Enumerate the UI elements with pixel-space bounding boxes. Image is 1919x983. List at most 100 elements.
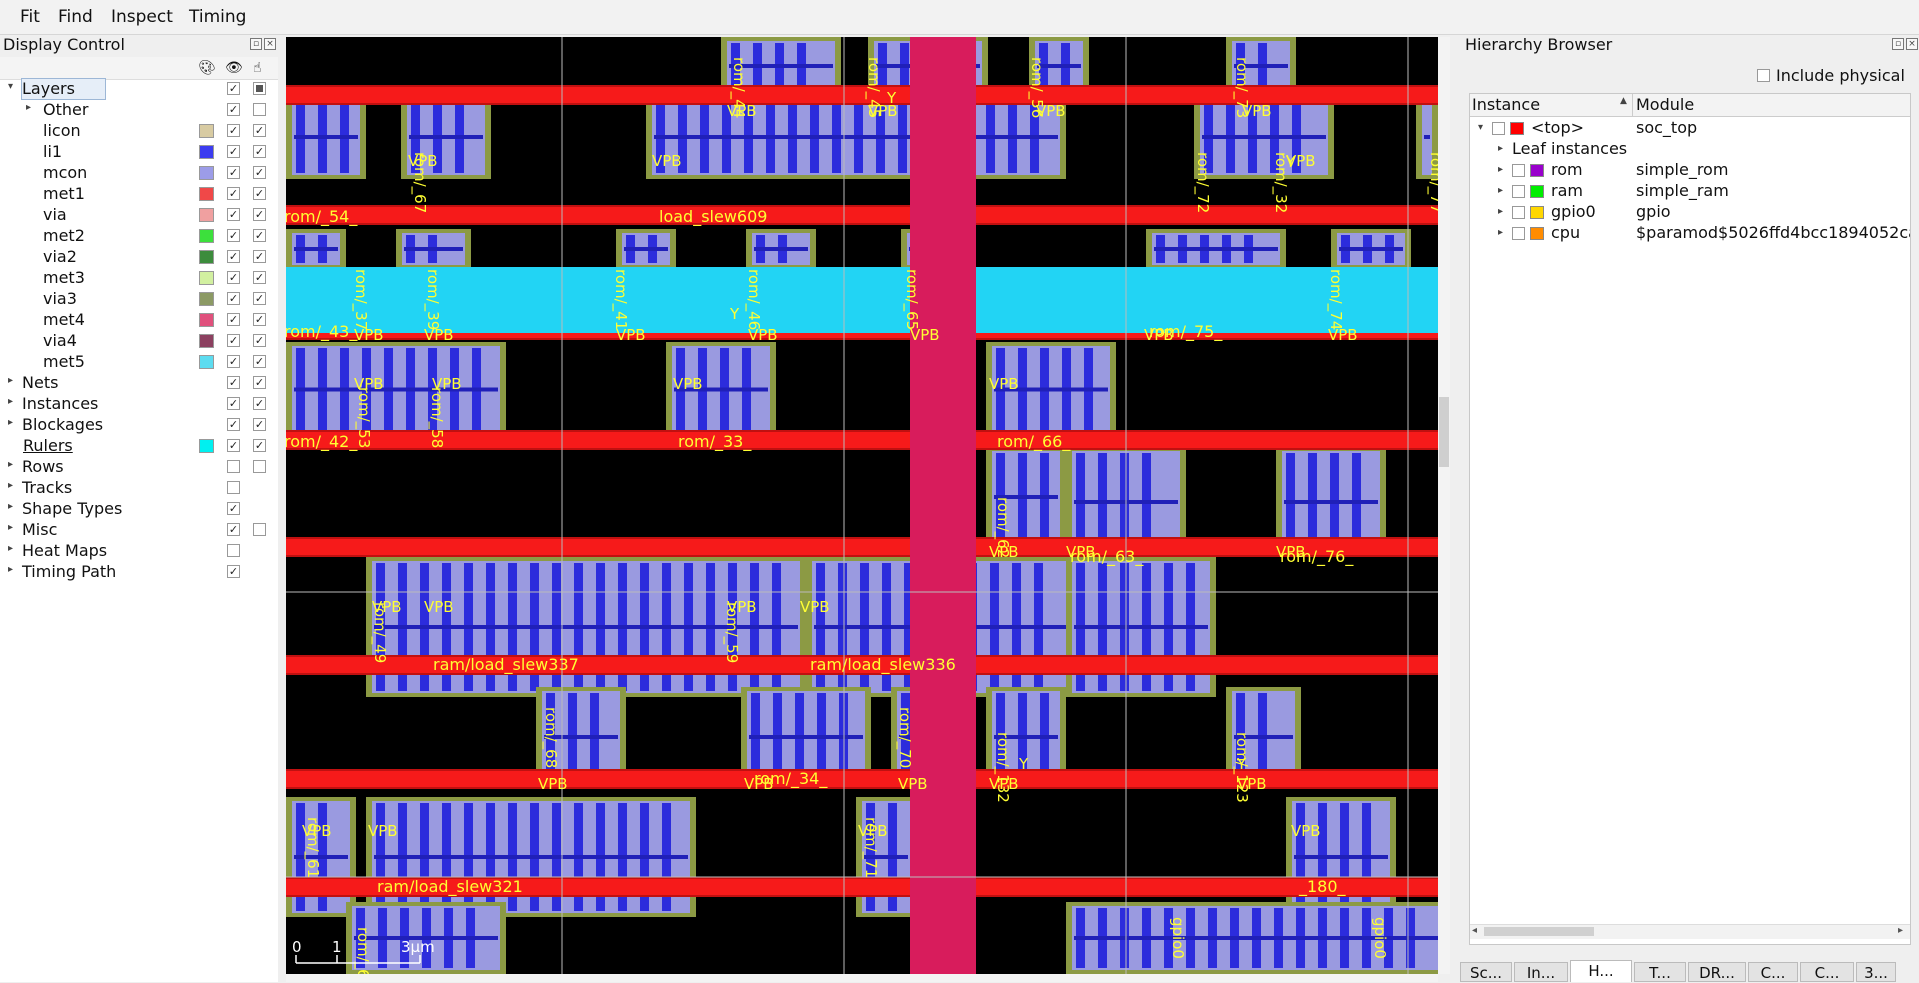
hierarchy-row[interactable]: ▸ Leaf instances bbox=[1470, 139, 1910, 159]
color-swatch[interactable] bbox=[199, 229, 214, 243]
layer-row-met2[interactable]: met2 ✓ ✓ bbox=[0, 226, 278, 247]
layer-row-instances[interactable]: ▸ Instances ✓ ✓ bbox=[0, 394, 278, 415]
menu-timing[interactable]: Timing bbox=[189, 7, 246, 27]
layout-view[interactable]: VPB VPB VPB VPBVPB VPB VPBVPB VPB VPB VPB VPB VPB V… bbox=[286, 37, 1438, 974]
float-icon[interactable]: ▫ bbox=[1892, 38, 1904, 50]
dock-tab[interactable]: DR... bbox=[1688, 962, 1746, 982]
instance-checkbox[interactable] bbox=[1512, 227, 1525, 240]
selectable-checkbox[interactable] bbox=[253, 460, 266, 473]
selectable-checkbox[interactable]: ✓ bbox=[253, 229, 266, 242]
visible-checkbox[interactable]: ✓ bbox=[227, 376, 240, 389]
color-swatch[interactable] bbox=[199, 145, 214, 159]
visible-checkbox[interactable]: ✓ bbox=[227, 397, 240, 410]
chevron-right-icon[interactable]: ▸ bbox=[8, 564, 13, 575]
visible-checkbox[interactable]: ✓ bbox=[227, 334, 240, 347]
scroll-left-icon[interactable]: ◂ bbox=[1472, 925, 1477, 936]
hierarchy-horizontal-scrollbar[interactable]: ◂ ▸ bbox=[1470, 924, 1910, 939]
visible-checkbox[interactable]: ✓ bbox=[227, 103, 240, 116]
color-swatch[interactable] bbox=[199, 439, 214, 453]
visible-checkbox[interactable]: ✓ bbox=[227, 250, 240, 263]
selectable-checkbox[interactable]: ✓ bbox=[253, 313, 266, 326]
visible-checkbox[interactable]: ✓ bbox=[227, 502, 240, 515]
visible-checkbox[interactable]: ✓ bbox=[227, 292, 240, 305]
color-swatch[interactable] bbox=[199, 292, 214, 306]
layer-row-shape-types[interactable]: ▸ Shape Types ✓ bbox=[0, 499, 278, 520]
hierarchy-row[interactable]: ▸ cpu $paramod$5026ffd4bcc1894052ca bbox=[1470, 223, 1910, 243]
dock-tab[interactable]: T... bbox=[1634, 962, 1686, 982]
layer-row-mcon[interactable]: mcon ✓ ✓ bbox=[0, 163, 278, 184]
chevron-right-icon[interactable]: ▸ bbox=[8, 459, 13, 470]
color-swatch[interactable] bbox=[199, 166, 214, 180]
instance-color-swatch[interactable] bbox=[1510, 122, 1524, 135]
layer-row-via2[interactable]: via2 ✓ ✓ bbox=[0, 247, 278, 268]
close-icon[interactable]: × bbox=[1906, 38, 1918, 50]
chevron-right-icon[interactable]: ▸ bbox=[26, 102, 31, 113]
chevron-right-icon[interactable]: ▸ bbox=[8, 396, 13, 407]
selectable-checkbox[interactable]: ✓ bbox=[253, 208, 266, 221]
selectable-checkbox[interactable]: ✓ bbox=[253, 376, 266, 389]
layer-row-other[interactable]: ▸ Other ✓ bbox=[0, 100, 278, 121]
visible-checkbox[interactable]: ✓ bbox=[227, 418, 240, 431]
visible-checkbox[interactable]: ✓ bbox=[227, 166, 240, 179]
visible-checkbox[interactable] bbox=[227, 460, 240, 473]
chevron-right-icon[interactable]: ▸ bbox=[8, 501, 13, 512]
instance-checkbox[interactable] bbox=[1512, 164, 1525, 177]
visible-checkbox[interactable]: ✓ bbox=[227, 145, 240, 158]
chevron-right-icon[interactable]: ▸ bbox=[1498, 160, 1503, 180]
chevron-right-icon[interactable]: ▸ bbox=[1498, 223, 1503, 243]
visible-checkbox[interactable]: ✓ bbox=[227, 124, 240, 137]
color-swatch[interactable] bbox=[199, 313, 214, 327]
visible-checkbox[interactable]: ✓ bbox=[227, 523, 240, 536]
hierarchy-row[interactable]: ▸ gpio0 gpio bbox=[1470, 202, 1910, 222]
hierarchy-row[interactable]: ▸ rom simple_rom bbox=[1470, 160, 1910, 180]
visible-checkbox[interactable]: ✓ bbox=[227, 565, 240, 578]
color-swatch[interactable] bbox=[199, 250, 214, 264]
visible-checkbox[interactable] bbox=[227, 544, 240, 557]
chevron-right-icon[interactable]: ▸ bbox=[8, 417, 13, 428]
visible-checkbox[interactable]: ✓ bbox=[227, 313, 240, 326]
instance-checkbox[interactable] bbox=[1492, 122, 1505, 135]
instance-color-swatch[interactable] bbox=[1530, 206, 1544, 219]
instance-checkbox[interactable] bbox=[1512, 185, 1525, 198]
visible-checkbox[interactable]: ✓ bbox=[227, 208, 240, 221]
scroll-thumb[interactable] bbox=[1484, 927, 1594, 936]
canvas-vertical-scrollbar[interactable] bbox=[1438, 37, 1450, 974]
chevron-right-icon[interactable]: ▸ bbox=[8, 480, 13, 491]
scroll-right-icon[interactable]: ▸ bbox=[1898, 925, 1903, 936]
layer-row-via3[interactable]: via3 ✓ ✓ bbox=[0, 289, 278, 310]
layer-row-nets[interactable]: ▸ Nets ✓ ✓ bbox=[0, 373, 278, 394]
visible-checkbox[interactable]: ✓ bbox=[227, 82, 240, 95]
dock-tab[interactable]: C... bbox=[1748, 962, 1798, 982]
chevron-right-icon[interactable]: ▸ bbox=[1498, 202, 1503, 222]
include-physical-checkbox[interactable] bbox=[1757, 69, 1770, 82]
visible-checkbox[interactable]: ✓ bbox=[227, 187, 240, 200]
chevron-down-icon[interactable]: ▾ bbox=[1478, 118, 1483, 138]
chevron-right-icon[interactable]: ▸ bbox=[8, 375, 13, 386]
chevron-right-icon[interactable]: ▸ bbox=[8, 543, 13, 554]
color-swatch[interactable] bbox=[199, 208, 214, 222]
selectable-checkbox[interactable]: ✓ bbox=[253, 418, 266, 431]
layer-row-rows[interactable]: ▸ Rows bbox=[0, 457, 278, 478]
layer-row-met4[interactable]: met4 ✓ ✓ bbox=[0, 310, 278, 331]
color-swatch[interactable] bbox=[199, 187, 214, 201]
selectable-checkbox[interactable]: ✓ bbox=[253, 439, 266, 452]
selectable-checkbox[interactable]: ✓ bbox=[253, 397, 266, 410]
hierarchy-row[interactable]: ▸ ram simple_ram bbox=[1470, 181, 1910, 201]
layer-row-layers[interactable]: ▾ Layers ✓ bbox=[0, 78, 278, 100]
color-swatch[interactable] bbox=[199, 355, 214, 369]
chevron-right-icon[interactable]: ▸ bbox=[1498, 181, 1503, 201]
selectable-checkbox[interactable]: ✓ bbox=[253, 355, 266, 368]
selectable-checkbox[interactable] bbox=[253, 82, 266, 95]
hierarchy-row[interactable]: ▾ <top> soc_top bbox=[1470, 118, 1910, 138]
visible-checkbox[interactable]: ✓ bbox=[227, 229, 240, 242]
close-icon[interactable]: × bbox=[264, 38, 276, 50]
layer-row-blockages[interactable]: ▸ Blockages ✓ ✓ bbox=[0, 415, 278, 436]
color-swatch[interactable] bbox=[199, 334, 214, 348]
selectable-checkbox[interactable] bbox=[253, 103, 266, 116]
menu-fit[interactable]: Fit bbox=[20, 7, 40, 27]
selectable-checkbox[interactable]: ✓ bbox=[253, 271, 266, 284]
column-module[interactable]: Module bbox=[1636, 95, 1694, 114]
visible-checkbox[interactable]: ✓ bbox=[227, 355, 240, 368]
dock-tab[interactable]: C... bbox=[1800, 962, 1854, 982]
chevron-right-icon[interactable]: ▸ bbox=[8, 522, 13, 533]
